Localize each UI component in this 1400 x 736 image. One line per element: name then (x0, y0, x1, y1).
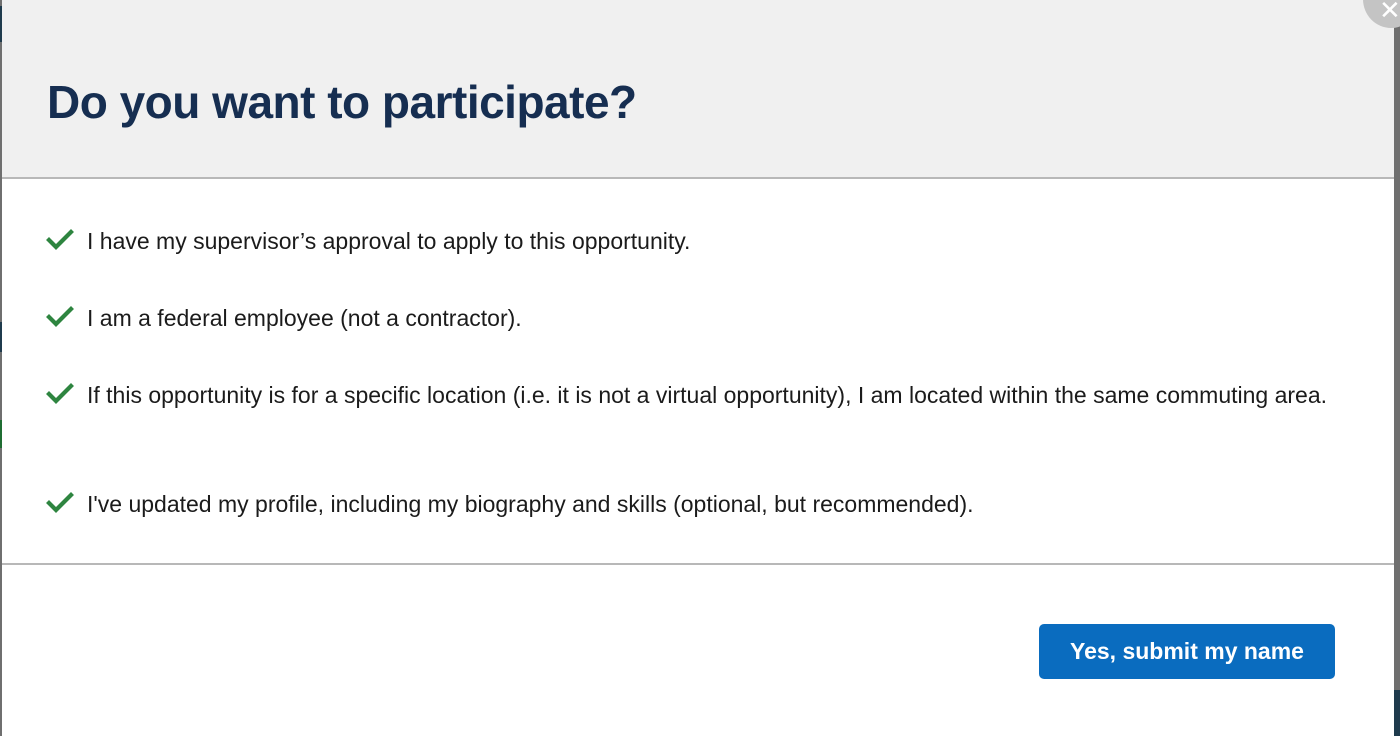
participation-dialog: Do you want to participate? I have my su… (2, 0, 1394, 736)
checkmark-icon (46, 229, 74, 250)
dialog-body: I have my supervisor’s approval to apply… (2, 179, 1394, 565)
checklist-item-text: If this opportunity is for a specific lo… (87, 382, 1328, 408)
dialog-footer: Yes, submit my name (2, 565, 1394, 736)
submit-my-name-button[interactable]: Yes, submit my name (1039, 624, 1335, 679)
checklist-item-text: I've updated my profile, including my bi… (87, 491, 974, 517)
checkmark-icon (46, 492, 74, 513)
checklist-item: I am a federal employee (not a contracto… (46, 302, 1346, 334)
dialog-title: Do you want to participate? (47, 76, 637, 128)
checkmark-icon (46, 306, 74, 327)
checklist-item-text: I have my supervisor’s approval to apply… (87, 228, 691, 254)
background-page-edge (1394, 690, 1400, 736)
dialog-header: Do you want to participate? (2, 0, 1394, 179)
checklist-item: I have my supervisor’s approval to apply… (46, 225, 1346, 257)
close-icon: ✕ (1379, 0, 1400, 26)
checklist-item-text: I am a federal employee (not a contracto… (87, 305, 522, 331)
checklist-item: If this opportunity is for a specific lo… (46, 379, 1346, 411)
checklist-item: I've updated my profile, including my bi… (46, 488, 1346, 520)
checkmark-icon (46, 383, 74, 404)
